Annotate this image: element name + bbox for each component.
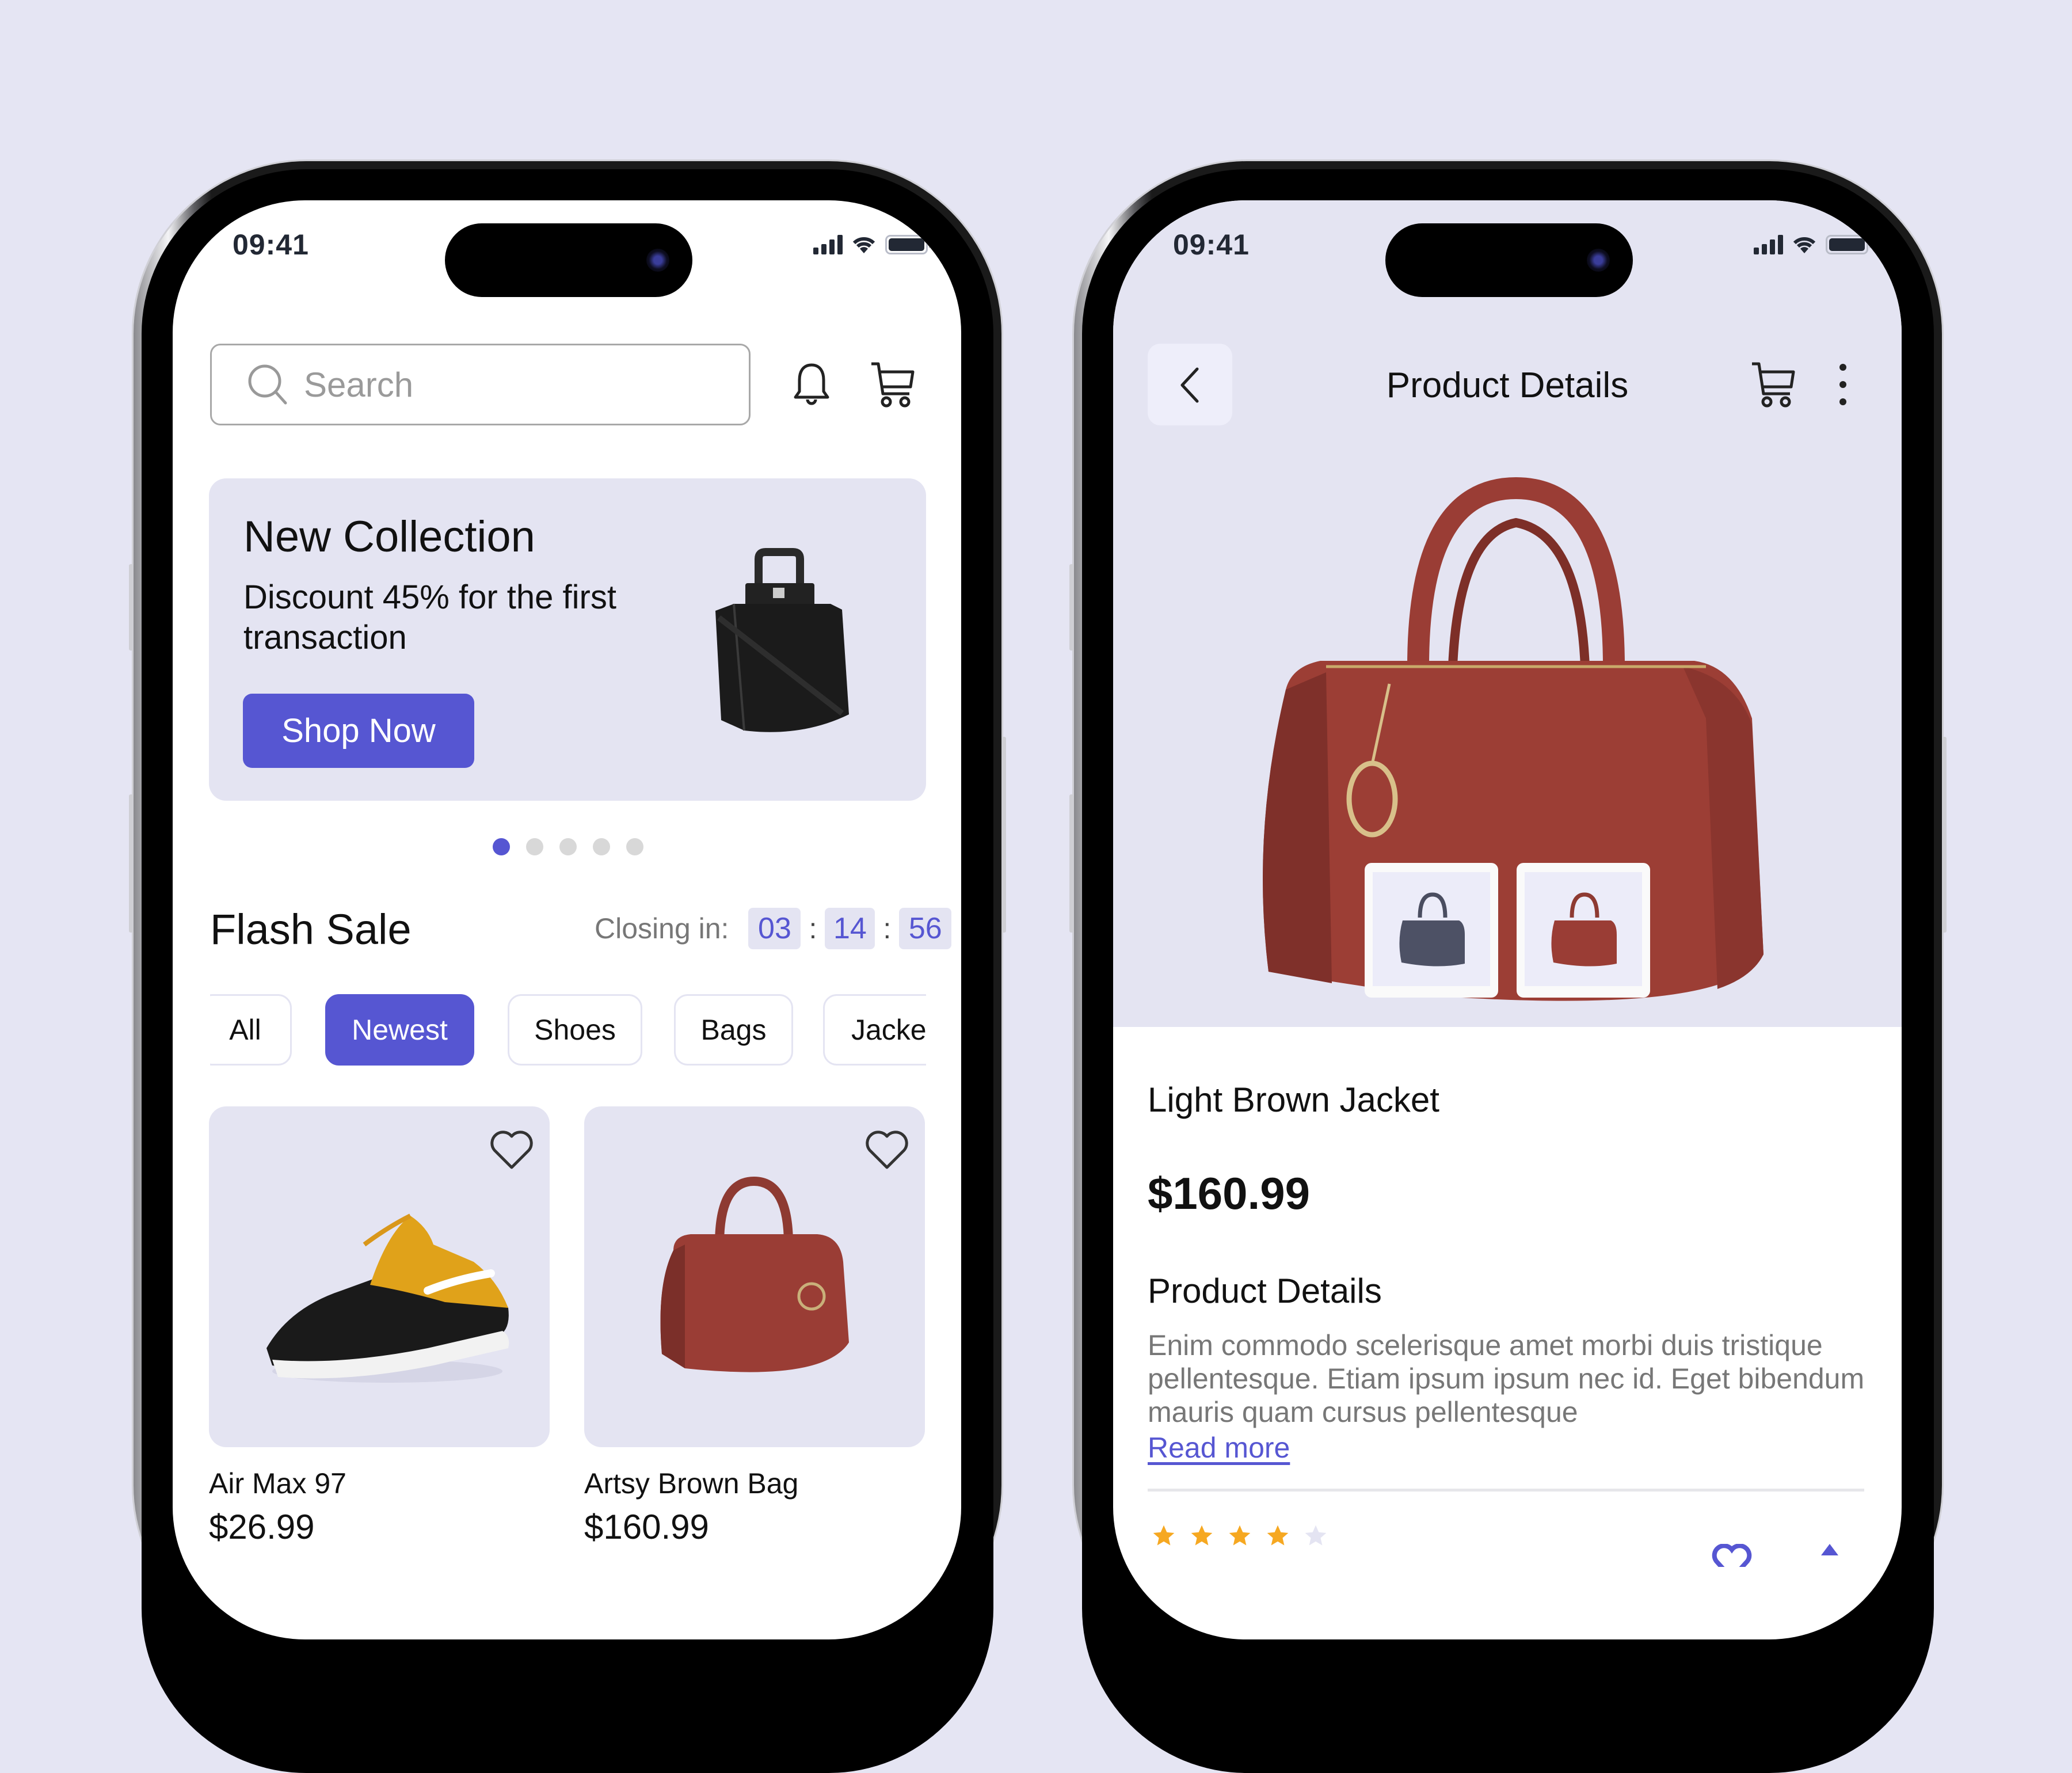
product-name: Light Brown Jacket [1148, 1080, 1439, 1119]
camera-icon [646, 249, 669, 272]
banner-description: Discount 45% for the first transaction [243, 579, 616, 656]
read-more-link[interactable]: Read more [1148, 1431, 1290, 1464]
product-name: Air Max 97 [209, 1467, 346, 1500]
notifications-button[interactable] [789, 362, 835, 408]
star-filled-icon [1153, 1525, 1175, 1546]
timer-separator: : [809, 912, 817, 945]
divider [1148, 1489, 1864, 1492]
product-price: $160.99 [1148, 1168, 1310, 1219]
volume-button [129, 564, 134, 650]
share-icon[interactable] [1815, 1544, 1844, 1567]
volume-button [1069, 564, 1074, 650]
dynamic-island [445, 223, 692, 297]
black-tote-bag-image [715, 548, 849, 732]
power-button [1001, 737, 1006, 933]
product-description: Enim commodo scelerisque amet morbi duis… [1148, 1329, 1865, 1428]
cart-button[interactable] [869, 360, 916, 409]
volume-button [1069, 794, 1074, 933]
category-chips: All Newest Shoes Bags Jacke [210, 994, 926, 1068]
battery-icon [1826, 235, 1872, 254]
chip-jackets[interactable]: Jacke [823, 994, 926, 1066]
carousel-dot[interactable] [493, 838, 510, 855]
right-phone-frame: 09:41 Product Details Light Brown Jacket… [1069, 161, 1947, 1773]
timer-seconds: 56 [899, 908, 952, 949]
signal-icon [813, 234, 843, 254]
carousel-indicator [493, 838, 643, 855]
camera-icon [1587, 249, 1610, 272]
carousel-dot[interactable] [626, 838, 643, 855]
more-vertical-icon [1839, 364, 1846, 405]
volume-button [129, 794, 134, 933]
wifi-icon [852, 237, 875, 253]
status-icons [1754, 234, 1872, 254]
closing-label: Closing in: [595, 912, 729, 945]
countdown-timer: Closing in: 03 : 14 : 56 [595, 908, 952, 949]
cart-button[interactable] [1750, 360, 1797, 409]
timer-separator: : [883, 912, 892, 945]
dynamic-island [1385, 223, 1633, 297]
battery-icon [885, 235, 931, 254]
left-phone-frame: 09:41 Search New Collection Discount 45%… [129, 161, 1006, 1773]
star-filled-icon [1229, 1525, 1251, 1546]
bell-icon [794, 363, 829, 405]
carousel-dot[interactable] [559, 838, 577, 855]
promo-banner: New Collection Discount 45% for the firs… [209, 478, 926, 801]
signal-icon [1754, 234, 1783, 254]
brown-bag-image [1263, 477, 1764, 1001]
chip-newest[interactable]: Newest [325, 994, 474, 1066]
search-icon [248, 364, 287, 405]
product-card[interactable] [584, 1106, 925, 1447]
chip-shoes[interactable]: Shoes [508, 994, 642, 1066]
cart-icon [1752, 362, 1795, 408]
cart-icon [871, 362, 915, 408]
flash-sale-title: Flash Sale [210, 905, 412, 953]
brown-bag-image [660, 1176, 849, 1372]
heart-icon [866, 1131, 908, 1169]
product-name: Artsy Brown Bag [584, 1467, 799, 1500]
heart-icon[interactable] [1712, 1544, 1752, 1567]
star-empty-icon [1305, 1525, 1327, 1546]
star-filled-icon [1191, 1525, 1213, 1546]
chip-bags[interactable]: Bags [674, 994, 793, 1066]
product-price: $160.99 [584, 1508, 709, 1546]
carousel-dot[interactable] [526, 838, 543, 855]
home-screen: 09:41 Search New Collection Discount 45%… [173, 200, 961, 1639]
timer-minutes: 14 [825, 908, 875, 949]
wifi-icon [1793, 237, 1816, 253]
rating-stars [1151, 1523, 1328, 1548]
search-placeholder: Search [304, 365, 414, 404]
product-price: $26.99 [209, 1508, 315, 1546]
status-time: 09:41 [233, 229, 309, 261]
thumbnail[interactable] [1365, 863, 1498, 998]
product-details-screen: 09:41 Product Details Light Brown Jacket… [1113, 200, 1902, 1639]
carousel-dot[interactable] [593, 838, 610, 855]
status-icons [813, 234, 931, 254]
star-filled-icon [1267, 1525, 1289, 1546]
favorite-button[interactable] [489, 1129, 535, 1174]
power-button [1942, 737, 1947, 933]
banner-title: New Collection [243, 512, 535, 561]
favorite-button[interactable] [864, 1129, 910, 1174]
chip-all[interactable]: All [210, 994, 292, 1066]
more-options-button[interactable] [1831, 362, 1854, 408]
brown-bag-thumbnail [1551, 892, 1617, 967]
status-time: 09:41 [1173, 229, 1250, 261]
timer-hours: 03 [748, 908, 801, 949]
heart-icon [490, 1131, 533, 1169]
navy-bag-thumbnail [1399, 892, 1465, 967]
sneaker-image [266, 1213, 509, 1383]
shop-now-button[interactable]: Shop Now [243, 694, 474, 768]
search-input[interactable]: Search [210, 344, 751, 425]
thumbnail[interactable] [1517, 863, 1650, 998]
section-title: Product Details [1148, 1272, 1382, 1310]
product-card[interactable] [209, 1106, 550, 1447]
